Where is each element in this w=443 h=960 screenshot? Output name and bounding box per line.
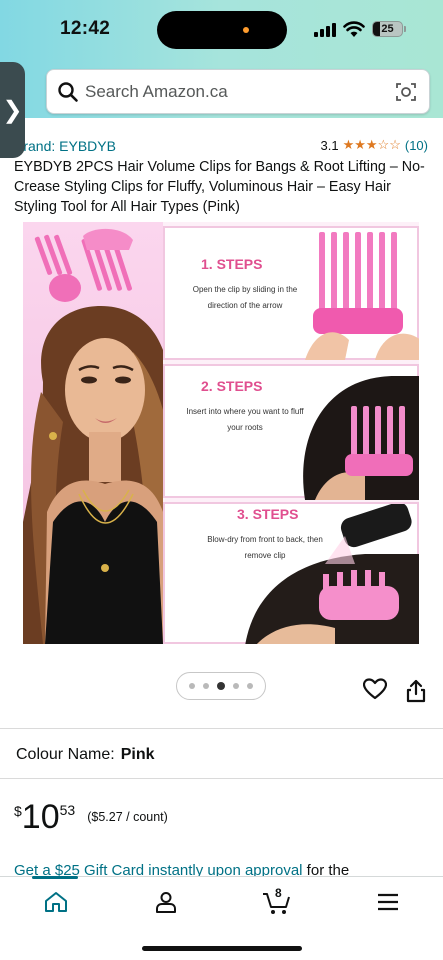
cart-button[interactable]: 8 [262, 886, 292, 915]
price-symbol: $ [14, 803, 22, 819]
cellular-signal-icon [314, 23, 336, 37]
camera-search-icon[interactable] [395, 81, 417, 103]
cart-count: 8 [275, 886, 282, 900]
step-1-description: Open the clip by sliding in the directio… [192, 285, 298, 310]
blow-dry-image [245, 504, 419, 644]
nav-active-indicator [32, 876, 78, 879]
rating-summary[interactable]: 3.1 ★★★☆☆ (10) [321, 137, 428, 153]
search-bar[interactable]: Search Amazon.ca [46, 69, 430, 114]
step-2-label: 2. STEPS [201, 378, 263, 394]
search-icon[interactable] [57, 81, 79, 103]
account-icon[interactable] [155, 891, 177, 913]
product-title: EYBDYB 2PCS Hair Volume Clips for Bangs … [14, 159, 425, 215]
brand-link[interactable]: Brand: EYBDYB [14, 138, 116, 154]
menu-icon[interactable] [377, 893, 399, 911]
side-panel-toggle[interactable]: ❯ [0, 62, 25, 158]
rating-count[interactable]: (10) [405, 138, 428, 153]
clip-in-hand-image [305, 232, 419, 360]
product-image[interactable]: 1. STEPS Open the clip by sliding in the… [23, 222, 419, 644]
colour-value: Pink [120, 746, 155, 763]
battery-level: 25 [381, 23, 394, 35]
rating-stars-icon: ★★★☆☆ [342, 137, 401, 152]
battery-icon: 25 [372, 21, 403, 37]
share-icon[interactable] [406, 679, 426, 703]
rating-value: 3.1 [320, 137, 339, 153]
colour-selector[interactable]: Colour Name: Pink [16, 746, 155, 764]
divider [0, 778, 443, 779]
model-illustration [23, 228, 193, 644]
colour-label: Colour Name: [16, 746, 115, 763]
model-photo [23, 222, 193, 644]
step-1-label: 1. STEPS [201, 256, 263, 272]
step-3-box: 3. STEPS Blow-dry from front to back, th… [163, 502, 419, 644]
carousel-dot[interactable] [233, 683, 239, 689]
carousel-dot[interactable] [189, 683, 195, 689]
home-icon[interactable] [44, 891, 68, 913]
clip-in-hair-image [303, 376, 419, 500]
carousel-dot[interactable] [247, 683, 253, 689]
wishlist-heart-icon[interactable] [363, 678, 387, 700]
wifi-icon [343, 21, 365, 37]
divider [0, 728, 443, 729]
step-1-box: 1. STEPS Open the clip by sliding in the… [163, 226, 419, 360]
home-indicator [142, 946, 302, 951]
unit-price: ($5.27 / count) [87, 810, 168, 824]
carousel-dot-active[interactable] [217, 682, 225, 690]
price-whole: 10 [21, 798, 60, 836]
price-block: $ 10 53 ($5.27 / count) [14, 800, 168, 834]
price-fraction: 53 [59, 802, 76, 818]
search-input[interactable]: Search Amazon.ca [85, 82, 228, 102]
activity-dot [243, 27, 249, 33]
app-header: 12:42 25 Search Amazon.ca [0, 0, 443, 118]
dynamic-island [157, 11, 287, 49]
step-2-box: 2. STEPS Insert into where you want to f… [163, 364, 419, 500]
image-carousel-indicator[interactable] [176, 672, 266, 700]
carousel-dot[interactable] [203, 683, 209, 689]
status-time: 12:42 [60, 18, 111, 39]
